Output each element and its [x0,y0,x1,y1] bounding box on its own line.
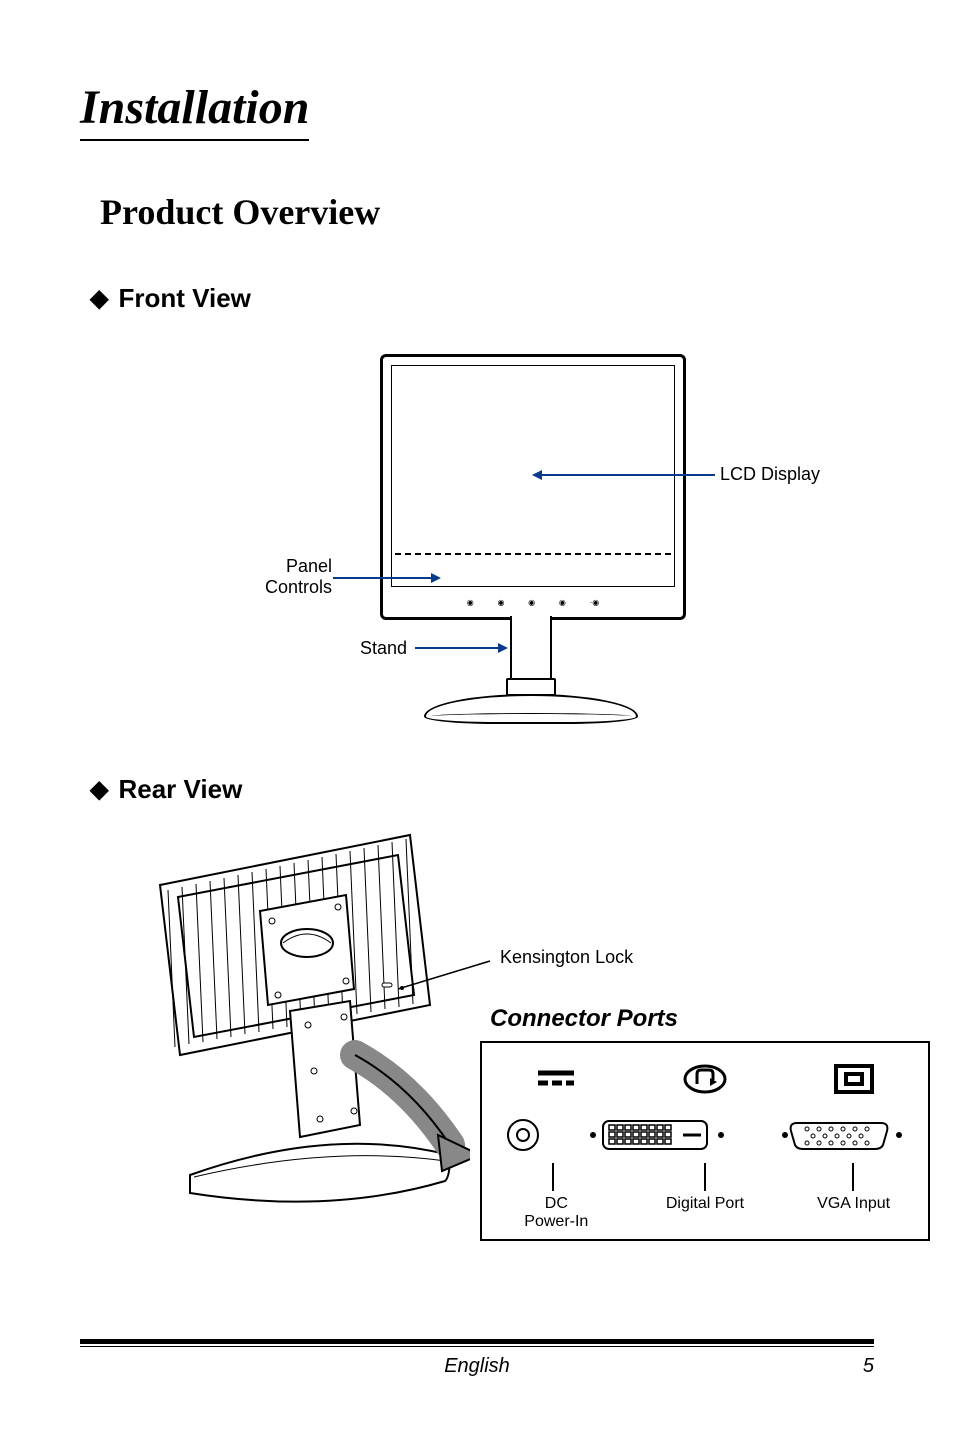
label-stand: Stand [360,638,407,659]
section-heading-rear: ◆ Rear View [90,774,874,805]
label-digital-port: Digital Port [631,1195,778,1231]
page: Installation Product Overview ◆ Front Vi… [0,0,954,1430]
footer-page-number: 5 [834,1355,874,1378]
arrow-line [415,647,500,649]
monitor-stand-neck [510,616,552,686]
arrow-line [333,577,433,579]
io-port-symbol-icon [832,1062,876,1096]
dc-power-symbol-icon [534,1067,578,1091]
label-panel-controls: Panel Controls [265,556,332,598]
label-vga-input: VGA Input [780,1195,927,1231]
footer-spacer [80,1355,120,1378]
arrow-head-icon [431,573,441,583]
front-view-heading: Front View [118,283,250,314]
label-lcd-display: LCD Display [720,464,820,485]
label-kensington-lock: Kensington Lock [500,947,633,968]
section-heading-front: ◆ Front View [90,283,874,314]
front-view-figure: ◉◉◉◉·◉ LCD Display Panel Controls Stand [80,334,874,754]
bullet-diamond-icon: ◆ [90,775,108,804]
label-dc-power-in: DC Power-In [483,1195,630,1231]
bullet-diamond-icon: ◆ [90,284,108,313]
dc-jack-icon [503,1115,543,1155]
vga-port-icon [777,1115,907,1155]
connector-ports-title: Connector Ports [490,1005,678,1033]
footer-rule-thick [80,1339,874,1344]
footer-language: English [120,1355,834,1378]
monitor-stand-base [424,694,638,724]
subtitle: Product Overview [100,191,874,233]
page-footer: English 5 [80,1339,874,1378]
arrow-head-icon [532,470,542,480]
leader-line [704,1163,706,1191]
footer-rule-thin [80,1346,874,1347]
monitor-outline: ◉◉◉◉·◉ [380,354,686,620]
leader-line [852,1163,854,1191]
dvi-port-icon [585,1115,735,1155]
page-title: Installation [80,80,309,141]
connector-symbol-row [482,1059,928,1099]
leader-line [390,955,500,995]
arrow-head-icon [498,643,508,653]
connector-ports-box: DC Power-In Digital Port VGA Input [480,1041,930,1241]
connector-port-row [482,1113,928,1157]
monitor-dashed-line [395,553,671,555]
arrow-line [540,474,715,476]
leader-line [552,1163,554,1191]
digital-port-symbol-icon [683,1064,727,1094]
rear-view-heading: Rear View [118,774,242,805]
connector-label-row: DC Power-In Digital Port VGA Input [482,1195,928,1231]
rear-view-figure: Kensington Lock Connector Ports [80,825,874,1265]
panel-control-icons: ◉◉◉◉·◉ [443,598,623,607]
rear-monitor-drawing [150,825,470,1245]
